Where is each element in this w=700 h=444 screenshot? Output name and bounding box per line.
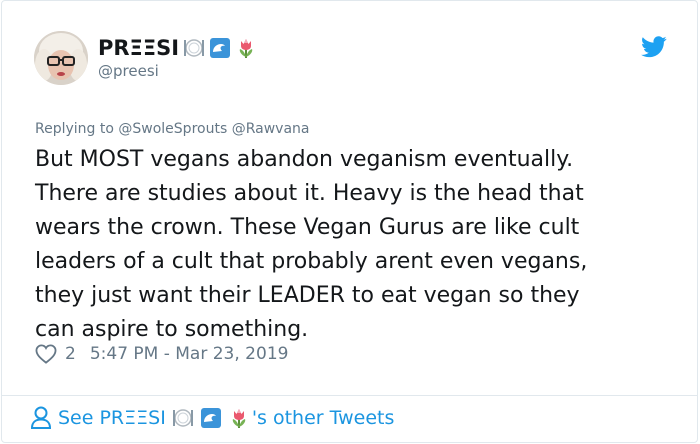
water-wave-emoji-icon [200,407,222,429]
like-count[interactable]: 2 [65,344,76,364]
tweet-text: But MOST vegans abandon veganism eventua… [35,147,588,342]
see-other-tweets-suffix[interactable]: 's other Tweets [252,407,395,429]
fork-and-knife-with-plate-emoji-icon [172,407,194,429]
tweet-meta: 2 5:47 PM - Mar 23, 2019 [35,344,288,364]
replying-prefix: Replying to [35,121,114,137]
mention-link[interactable]: @SwoleSprouts [118,121,227,137]
divider [2,395,697,396]
heart-icon[interactable] [35,344,57,364]
tulip-emoji-icon [235,37,257,59]
see-other-tweets-link[interactable]: See PRΞΞSI 's other Tweets [30,406,394,430]
replying-to: Replying to @SwoleSprouts @Rawvana [35,121,309,137]
display-name[interactable]: PRΞΞSI [98,36,179,60]
display-name-row[interactable]: PRΞΞSI [98,35,257,61]
twitter-bird-icon[interactable] [641,36,667,58]
timestamp[interactable]: 5:47 PM - Mar 23, 2019 [90,344,289,364]
tulip-emoji-icon [228,407,250,429]
avatar-image [34,31,88,85]
mention-link[interactable]: @Rawvana [232,121,310,137]
tweet-card: PRΞΞSI @preesi Replying to @SwoleSprouts… [1,0,698,443]
person-icon [30,406,52,429]
fork-and-knife-with-plate-emoji-icon [183,37,205,59]
user-handle[interactable]: @preesi [98,62,159,80]
water-wave-emoji-icon [209,37,231,59]
see-other-tweets-prefix[interactable]: See PRΞΞSI [58,407,166,429]
avatar[interactable] [34,31,88,85]
